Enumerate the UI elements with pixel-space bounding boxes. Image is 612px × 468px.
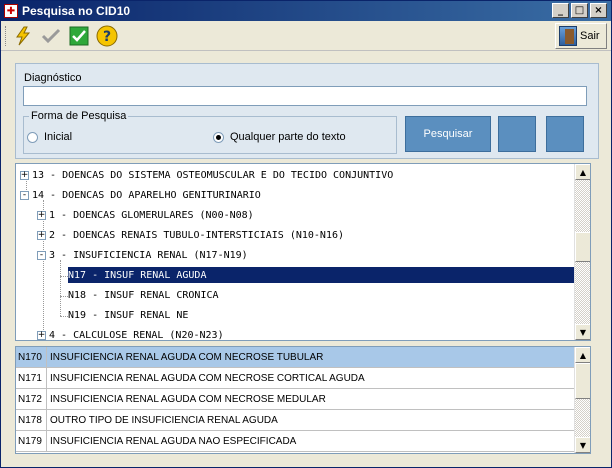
scroll-up-button[interactable]: ▲	[575, 347, 590, 363]
tree-item-label: N19 - INSUF RENAL NE	[68, 309, 189, 321]
help-icon: ?	[96, 25, 118, 47]
tree-item-label: N17 - INSUF RENAL AGUDA	[68, 269, 207, 281]
table-row[interactable]: N179 INSUFICIENCIA RENAL AGUDA NAO ESPEC…	[16, 431, 574, 452]
expand-icon[interactable]: +	[37, 210, 46, 220]
minimize-button[interactable]: _	[552, 3, 569, 18]
tree-item-label: 3 - INSUFICIENCIA RENAL (N17-N19)	[49, 249, 248, 261]
check-green-button[interactable]	[67, 24, 91, 48]
expand-icon[interactable]: +	[37, 230, 46, 240]
tree-item-label: 2 - DOENCAS RENAIS TUBULO-INTERSTICIAIS …	[49, 229, 345, 241]
check-gray-button[interactable]	[39, 24, 63, 48]
tree-scrollbar[interactable]: ▲ ▼	[574, 164, 590, 340]
maximize-button[interactable]: □	[571, 3, 588, 18]
diagnostico-input[interactable]	[23, 86, 587, 106]
code-cell: N179	[16, 431, 47, 451]
radio-inicial-label: Inicial	[44, 131, 73, 143]
grid-scrollbar[interactable]: ▲ ▼	[574, 347, 590, 453]
search-panel: Diagnóstico Forma de Pesquisa Inicial Qu…	[15, 63, 599, 159]
scroll-thumb[interactable]	[575, 232, 590, 262]
cid10-window: ✚ Pesquisa no CID10 _ □ × ? Sair Diagnós…	[0, 0, 612, 468]
window-title: Pesquisa no CID10	[22, 4, 131, 18]
sair-label: Sair	[580, 30, 600, 42]
tree-item-label: 4 - CALCULOSE RENAL (N20-N23)	[49, 329, 224, 341]
forma-pesquisa-legend: Forma de Pesquisa	[29, 110, 129, 122]
cid-results-grid[interactable]: N170 INSUFICIENCIA RENAL AGUDA COM NECRO…	[15, 346, 591, 454]
table-row[interactable]: N171 INSUFICIENCIA RENAL AGUDA COM NECRO…	[16, 368, 574, 389]
cid-tree[interactable]: + 13 - DOENCAS DO SISTEMA OSTEOMUSCULAR …	[15, 163, 591, 341]
code-cell: N178	[16, 410, 47, 430]
desc-cell: INSUFICIENCIA RENAL AGUDA COM NECROSE CO…	[50, 372, 365, 384]
forma-pesquisa-group: Forma de Pesquisa Inicial Qualquer parte…	[23, 110, 397, 154]
tree-item-cap13[interactable]: + 13 - DOENCAS DO SISTEMA OSTEOMUSCULAR …	[20, 167, 393, 183]
radio-qualquer[interactable]: Qualquer parte do texto	[213, 131, 346, 143]
desc-cell: INSUFICIENCIA RENAL AGUDA COM NECROSE TU…	[50, 351, 324, 363]
tree-item-glomerulares[interactable]: + 1 - DOENCAS GLOMERULARES (N00-N08)	[37, 207, 254, 223]
scroll-up-button[interactable]: ▲	[575, 164, 590, 180]
tree-item-calculose[interactable]: + 4 - CALCULOSE RENAL (N20-N23)	[37, 327, 224, 341]
radio-inicial-circle[interactable]	[27, 131, 38, 143]
tree-item-cap14[interactable]: - 14 - DOENCAS DO APARELHO GENITURINARIO	[20, 187, 261, 203]
toolbar: ? Sair	[1, 21, 611, 51]
door-exit-icon	[559, 26, 577, 46]
lightning-icon	[16, 26, 31, 46]
statusbar	[1, 457, 611, 467]
window-controls: _ □ ×	[552, 3, 607, 18]
table-row[interactable]: N172 INSUFICIENCIA RENAL AGUDA COM NECRO…	[16, 389, 574, 410]
titlebar: ✚ Pesquisa no CID10 _ □ ×	[1, 1, 611, 21]
scroll-thumb[interactable]	[575, 363, 590, 399]
blue-action-button-2[interactable]	[546, 116, 584, 152]
table-row[interactable]: N170 INSUFICIENCIA RENAL AGUDA COM NECRO…	[16, 347, 574, 368]
check-green-icon	[69, 26, 89, 46]
scroll-down-button[interactable]: ▼	[575, 324, 590, 340]
tree-item-label: 14 - DOENCAS DO APARELHO GENITURINARIO	[32, 189, 261, 201]
desc-cell: OUTRO TIPO DE INSUFICIENCIA RENAL AGUDA	[50, 414, 278, 426]
desc-cell: INSUFICIENCIA RENAL AGUDA COM NECROSE ME…	[50, 393, 326, 405]
expand-icon[interactable]: +	[20, 170, 29, 180]
code-cell: N170	[16, 347, 47, 367]
tree-item-label: 13 - DOENCAS DO SISTEMA OSTEOMUSCULAR E …	[32, 169, 394, 181]
toolbar-grip	[5, 26, 8, 46]
tree-item-label: 1 - DOENCAS GLOMERULARES (N00-N08)	[49, 209, 254, 221]
radio-selected-dot	[216, 134, 221, 140]
expand-icon[interactable]: +	[37, 330, 46, 340]
code-cell: N172	[16, 389, 47, 409]
close-button[interactable]: ×	[590, 3, 607, 18]
radio-qualquer-circle[interactable]	[213, 131, 224, 143]
tree-item-insuficiencia[interactable]: - 3 - INSUFICIENCIA RENAL (N17-N19)	[37, 247, 248, 263]
table-row[interactable]: N178 OUTRO TIPO DE INSUFICIENCIA RENAL A…	[16, 410, 574, 431]
check-gray-icon	[41, 28, 61, 44]
tree-item-n17[interactable]: N17 - INSUF RENAL AGUDA	[68, 267, 574, 283]
lightning-button[interactable]	[11, 24, 35, 48]
desc-cell: INSUFICIENCIA RENAL AGUDA NAO ESPECIFICA…	[50, 435, 297, 447]
collapse-icon[interactable]: -	[37, 250, 46, 260]
diagnostico-label: Diagnóstico	[24, 72, 82, 84]
collapse-icon[interactable]: -	[20, 190, 29, 200]
radio-inicial[interactable]: Inicial	[27, 131, 72, 143]
pesquisar-button[interactable]: Pesquisar	[405, 116, 491, 152]
tree-item-label: N18 - INSUF RENAL CRONICA	[68, 289, 219, 301]
tree-item-tubulo[interactable]: + 2 - DOENCAS RENAIS TUBULO-INTERSTICIAI…	[37, 227, 344, 243]
tree-item-n19[interactable]: N19 - INSUF RENAL NE	[68, 307, 188, 323]
tree-item-n18[interactable]: N18 - INSUF RENAL CRONICA	[68, 287, 219, 303]
blue-action-button-1[interactable]	[498, 116, 536, 152]
scroll-down-button[interactable]: ▼	[575, 437, 590, 453]
sair-button[interactable]: Sair	[555, 23, 607, 49]
radio-qualquer-label: Qualquer parte do texto	[230, 131, 346, 143]
help-button[interactable]: ?	[95, 24, 119, 48]
cid-app-icon: ✚	[4, 4, 18, 18]
svg-text:?: ?	[103, 29, 111, 45]
code-cell: N171	[16, 368, 47, 388]
